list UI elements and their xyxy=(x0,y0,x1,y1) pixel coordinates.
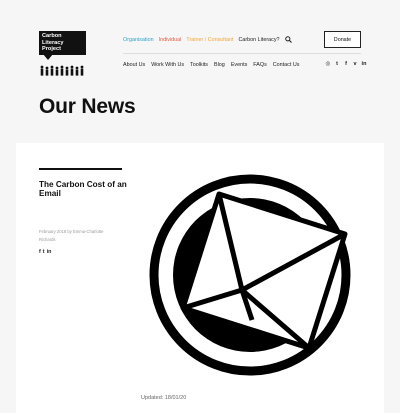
envelope-icon xyxy=(149,174,351,376)
article-card[interactable]: The Carbon Cost of an Email February 201… xyxy=(16,143,384,413)
main-nav: About Us Work With Us Toolkits Blog Even… xyxy=(123,62,299,68)
updated-date: Updated: 18/01/20 xyxy=(141,395,187,401)
nav-faqs[interactable]: FAQs xyxy=(253,62,266,68)
nav-events[interactable]: Events xyxy=(231,62,247,68)
instagram-icon[interactable]: ◎ xyxy=(325,61,331,67)
nav-toolkits[interactable]: Toolkits xyxy=(190,62,208,68)
vimeo-icon[interactable]: v xyxy=(352,61,358,67)
linkedin-icon[interactable]: in xyxy=(47,249,52,255)
donate-button[interactable]: Donate xyxy=(324,31,361,48)
logo-line-2: Project xyxy=(42,46,61,52)
site-logo[interactable]: Carbon Literacy Project xyxy=(39,31,87,79)
article-meta: February 2018 by Emma-Charlotte Richards xyxy=(39,229,104,242)
nav-trainer-consultant[interactable]: Trainer / Consultant xyxy=(186,37,233,43)
share-links: f t in xyxy=(39,249,51,255)
nav-organisation[interactable]: Organisation xyxy=(123,37,154,43)
nav-individual[interactable]: Individual xyxy=(159,37,182,43)
search-icon[interactable] xyxy=(284,36,292,43)
people-crowd-icon xyxy=(40,65,84,76)
page-title: Our News xyxy=(39,95,136,118)
title-rule xyxy=(39,168,122,170)
nav-about-us[interactable]: About Us xyxy=(123,62,145,68)
facebook-icon[interactable]: f xyxy=(39,249,41,255)
nav-work-with-us[interactable]: Work With Us xyxy=(151,62,184,68)
twitter-icon[interactable]: t xyxy=(334,61,340,67)
facebook-icon[interactable]: f xyxy=(343,61,349,67)
twitter-icon[interactable]: t xyxy=(43,249,45,255)
nav-carbon-literacy[interactable]: Carbon Literacy? xyxy=(239,37,280,43)
logo-speech-tail xyxy=(43,54,53,60)
linkedin-icon[interactable]: in xyxy=(361,61,367,67)
nav-contact-us[interactable]: Contact Us xyxy=(273,62,300,68)
logo-wordmark: Carbon Literacy Project xyxy=(39,31,86,55)
logo-line-1: Carbon Literacy xyxy=(42,33,64,46)
header-divider xyxy=(123,53,361,54)
audience-nav: Organisation Individual Trainer / Consul… xyxy=(123,36,292,43)
nav-blog[interactable]: Blog xyxy=(214,62,225,68)
social-links: ◎ t f v in xyxy=(325,61,367,67)
article-title[interactable]: The Carbon Cost of an Email xyxy=(39,180,129,198)
